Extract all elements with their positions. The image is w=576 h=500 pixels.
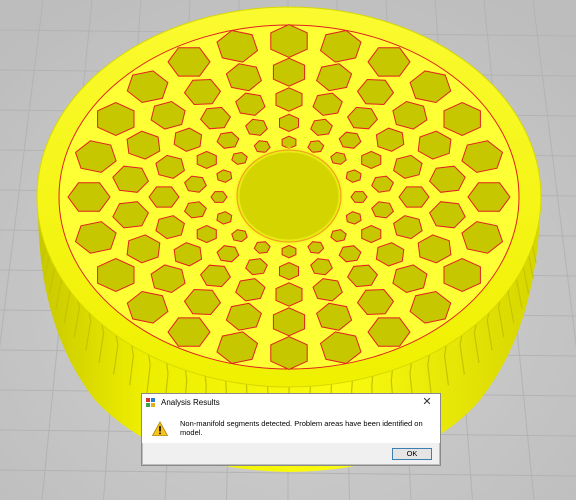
dialog-title: Analysis Results — [161, 398, 220, 407]
close-button[interactable]: ✕ — [420, 395, 434, 409]
app-logo-icon — [146, 397, 156, 408]
analysis-results-dialog: Analysis Results ✕ Non-manifold segments… — [141, 393, 441, 466]
dialog-titlebar[interactable]: Analysis Results ✕ — [142, 394, 440, 411]
ok-button[interactable]: OK — [392, 448, 432, 460]
dialog-message: Non-manifold segments detected. Problem … — [180, 419, 423, 437]
dialog-button-row: OK — [142, 443, 440, 465]
warning-icon — [152, 421, 168, 436]
dialog-body: Non-manifold segments detected. Problem … — [142, 411, 440, 443]
